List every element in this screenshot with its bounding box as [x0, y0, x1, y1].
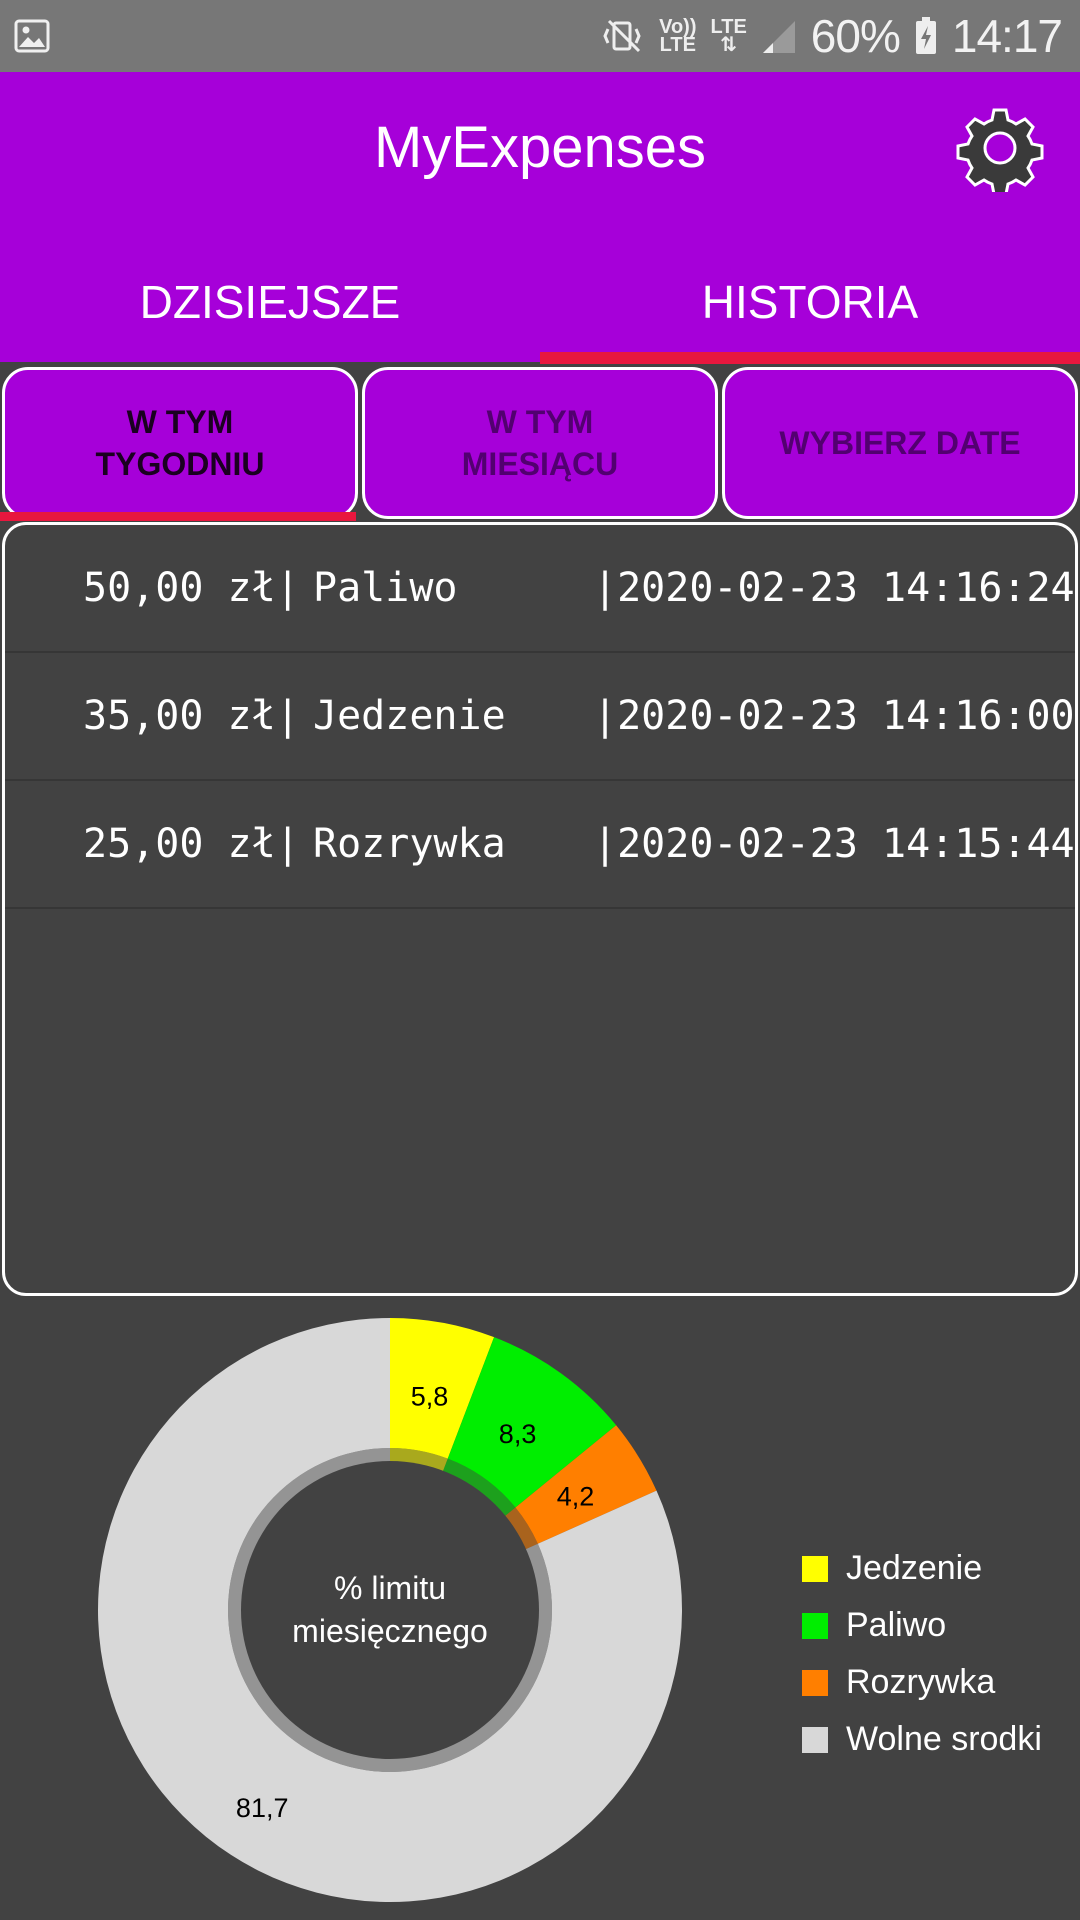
subtab-this-month-line1: W TYM — [486, 404, 594, 440]
chart-legend: Jedzenie Paliwo Rozrywka Wolne srodki — [802, 1540, 1042, 1768]
tab-historia[interactable]: HISTORIA — [540, 262, 1080, 342]
donut-hole — [241, 1461, 539, 1759]
subtab-this-month-line2: MIESIĄCU — [461, 446, 619, 482]
expense-category: Rozrywka — [313, 821, 506, 867]
legend-label: Jedzenie — [846, 1549, 983, 1587]
battery-charging-icon — [915, 17, 936, 54]
pie-data-label: 5,8 — [411, 1382, 449, 1412]
signal-strength-icon — [762, 21, 795, 53]
gear-icon — [956, 108, 1044, 196]
subtab-indicator — [0, 512, 356, 521]
data-arrows-icon: ⇅ — [720, 34, 738, 56]
donut-center-line2: miesięcznego — [292, 1613, 488, 1649]
list-item[interactable]: 35,00 zł| Jedzenie |2020-02-23 14:16:00 — [5, 653, 1075, 781]
clock-time: 14:17 — [951, 10, 1063, 62]
legend-swatch — [802, 1726, 828, 1753]
main-tab-indicator — [540, 352, 1080, 364]
expense-category: Paliwo — [313, 565, 458, 611]
pie-data-label: 4,2 — [557, 1482, 595, 1512]
legend-swatch — [802, 1612, 828, 1639]
legend-item-jedzenie: Jedzenie — [802, 1540, 1042, 1597]
subtab-this-week-line1: W TYM — [126, 404, 234, 440]
donut-center-line1: % limitu — [334, 1570, 446, 1606]
subtab-this-week-line2: TYGODNIU — [95, 446, 265, 482]
battery-percent: 60% — [810, 10, 901, 62]
lte-indicator: LTE ⇅ — [711, 17, 747, 56]
pie-data-label: 8,3 — [499, 1419, 537, 1449]
legend-item-wolne-srodki: Wolne srodki — [802, 1711, 1042, 1768]
expense-list[interactable]: 50,00 zł| Paliwo |2020-02-23 14:16:24 35… — [2, 522, 1078, 1296]
subtab-this-week[interactable]: W TYM TYGODNIU — [2, 367, 358, 519]
expense-date: |2020-02-23 14:16:24 — [593, 565, 1075, 611]
status-bar: Vo)) LTE LTE ⇅ 60% 14:17 — [0, 0, 1080, 72]
expense-amount: 25,00 zł| — [83, 821, 300, 867]
tab-dzisiejsze[interactable]: DZISIEJSZE — [0, 262, 540, 342]
legend-label: Wolne srodki — [846, 1720, 1042, 1758]
legend-swatch — [802, 1555, 828, 1582]
volte-indicator: Vo)) LTE — [659, 17, 696, 56]
settings-button[interactable] — [956, 104, 1044, 196]
subtab-choose-date-label: WYBIERZ DATE — [779, 425, 1021, 461]
mute-vibrate-icon — [603, 19, 641, 53]
legend-label: Paliwo — [846, 1606, 947, 1644]
legend-item-paliwo: Paliwo — [802, 1597, 1042, 1654]
volte-bottom-text: LTE — [659, 34, 696, 56]
list-item[interactable]: 50,00 zł| Paliwo |2020-02-23 14:16:24 — [5, 525, 1075, 653]
pie-data-label: 81,7 — [236, 1793, 289, 1823]
expense-amount: 35,00 zł| — [83, 693, 300, 739]
legend-swatch — [802, 1669, 828, 1696]
app-bar: MyExpenses DZISIEJSZE HISTORIA — [0, 72, 1080, 364]
subtab-this-month[interactable]: W TYM MIESIĄCU — [362, 367, 718, 519]
app-title: MyExpenses — [373, 115, 707, 180]
gallery-notification-icon — [14, 19, 50, 53]
legend-label: Rozrywka — [846, 1663, 996, 1701]
expense-amount: 50,00 zł| — [83, 565, 300, 611]
expense-category: Jedzenie — [313, 693, 506, 739]
expense-date: |2020-02-23 14:15:44 — [593, 821, 1075, 867]
subtab-choose-date[interactable]: WYBIERZ DATE — [722, 367, 1078, 519]
legend-item-rozrywka: Rozrywka — [802, 1654, 1042, 1711]
list-item[interactable]: 25,00 zł| Rozrywka |2020-02-23 14:15:44 — [5, 781, 1075, 909]
expense-date: |2020-02-23 14:16:00 — [593, 693, 1075, 739]
